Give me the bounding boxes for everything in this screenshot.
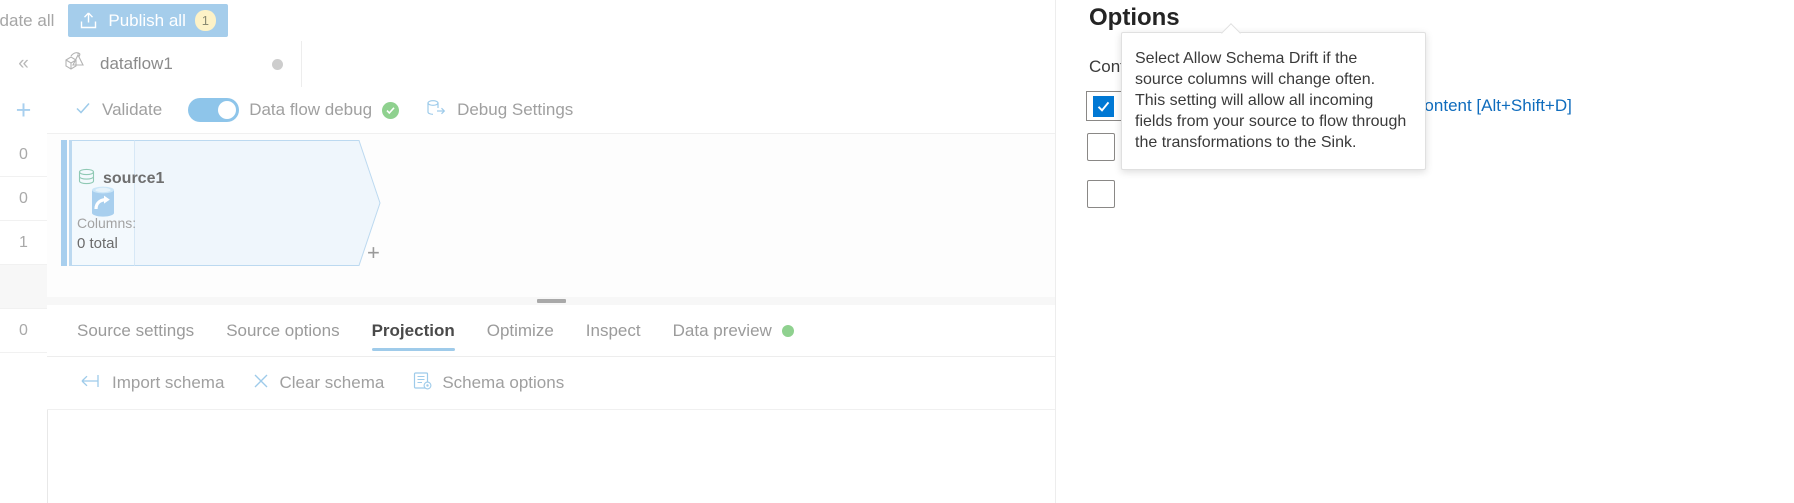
node-columns-value: 0 total (77, 235, 118, 252)
publish-all-count-badge: 1 (194, 10, 216, 31)
validate-button[interactable]: Validate (74, 99, 162, 122)
upload-icon (78, 10, 99, 31)
plus-icon[interactable]: + (0, 87, 47, 133)
option-checkbox-2[interactable] (1087, 180, 1115, 208)
tab-projection[interactable]: Projection (371, 305, 455, 357)
validate-all-button[interactable]: lidate all (0, 11, 54, 31)
tab-inspect[interactable]: Inspect (586, 305, 641, 357)
graph-canvas[interactable]: source1 Columns: 0 total + (47, 134, 1055, 303)
rail-count-0: 0 (0, 133, 47, 177)
detail-tabs: Source settings Source options Projectio… (47, 305, 1055, 357)
node-title: source1 (77, 167, 164, 191)
debug-toolbar: Validate Data flow debug Debug Settings (47, 87, 1055, 134)
close-x-icon (252, 372, 270, 395)
data-flow-designer: lidate all Publish all 1 « + 0 0 1 0 (0, 0, 1055, 503)
publish-all-label: Publish all (108, 10, 186, 30)
node-columns-label: Columns: (77, 215, 137, 231)
node-accent-bar (61, 140, 67, 266)
success-check-icon (382, 101, 400, 119)
schema-toolbar: Import schema Clear schema Schema option… (47, 357, 1055, 410)
tab-source-options[interactable]: Source options (226, 305, 339, 357)
source-dataset-icon (77, 167, 96, 191)
data-flow-debug-toggle[interactable] (188, 98, 240, 122)
add-next-transformation-icon[interactable]: + (367, 240, 380, 266)
left-rail: « + 0 0 1 0 (0, 41, 48, 503)
publish-all-button[interactable]: Publish all 1 (68, 4, 228, 37)
import-schema-label: Import schema (112, 373, 225, 392)
import-schema-button[interactable]: Import schema (81, 373, 224, 394)
page-title: Options (1089, 4, 1180, 31)
clear-schema-label: Clear schema (279, 373, 385, 392)
schema-options-icon (412, 371, 433, 396)
header-divider (300, 41, 302, 87)
tab-data-preview-label: Data preview (672, 320, 772, 340)
source-node[interactable]: source1 Columns: 0 total (61, 140, 381, 266)
toggle-knob (218, 101, 237, 119)
rail-empty (0, 353, 47, 396)
checkmark-icon (74, 99, 92, 122)
tab-source-settings[interactable]: Source settings (77, 305, 194, 357)
checkbox-checked-icon (1093, 95, 1114, 117)
dataflow-name: dataflow1 (100, 54, 173, 73)
canvas-header: dataflow1 (47, 41, 1055, 88)
splitter-grip (536, 299, 566, 303)
options-panel: Options Configure your source projection… (1055, 0, 1794, 503)
schema-options-label: Schema options (442, 373, 565, 392)
command-bar: lidate all Publish all 1 (0, 0, 1055, 42)
tab-data-preview[interactable]: Data preview (673, 305, 794, 357)
unsaved-indicator-icon (271, 58, 283, 70)
tab-optimize[interactable]: Optimize (487, 305, 554, 357)
dataflow-icon (63, 51, 89, 78)
chevron-double-left-icon[interactable]: « (0, 41, 47, 87)
import-arrow-icon (81, 373, 103, 394)
debug-settings-label: Debug Settings (457, 100, 574, 119)
data-flow-debug-control[interactable]: Data flow debug (188, 98, 400, 122)
rail-count-3 (0, 265, 47, 309)
rail-count-1: 0 (0, 177, 47, 221)
schema-options-button[interactable]: Schema options (412, 371, 564, 396)
validate-label: Validate (102, 100, 163, 119)
data-flow-debug-label: Data flow debug (249, 100, 373, 119)
rail-count-4: 0 (0, 309, 47, 353)
clear-schema-button[interactable]: Clear schema (252, 372, 384, 395)
allow-schema-drift-tooltip: Select Allow Schema Drift if the source … (1121, 32, 1426, 170)
node-name: source1 (103, 170, 165, 187)
option-checkbox-1[interactable] (1087, 133, 1115, 161)
dataflow-tab[interactable]: dataflow1 (47, 41, 301, 87)
debug-settings-button[interactable]: Debug Settings (425, 98, 573, 123)
green-status-dot-icon (781, 324, 794, 337)
node-body (134, 140, 347, 266)
tooltip-text: Select Allow Schema Drift if the source … (1135, 50, 1407, 151)
rail-count-2: 1 (0, 221, 47, 265)
database-arrow-icon (425, 98, 447, 123)
